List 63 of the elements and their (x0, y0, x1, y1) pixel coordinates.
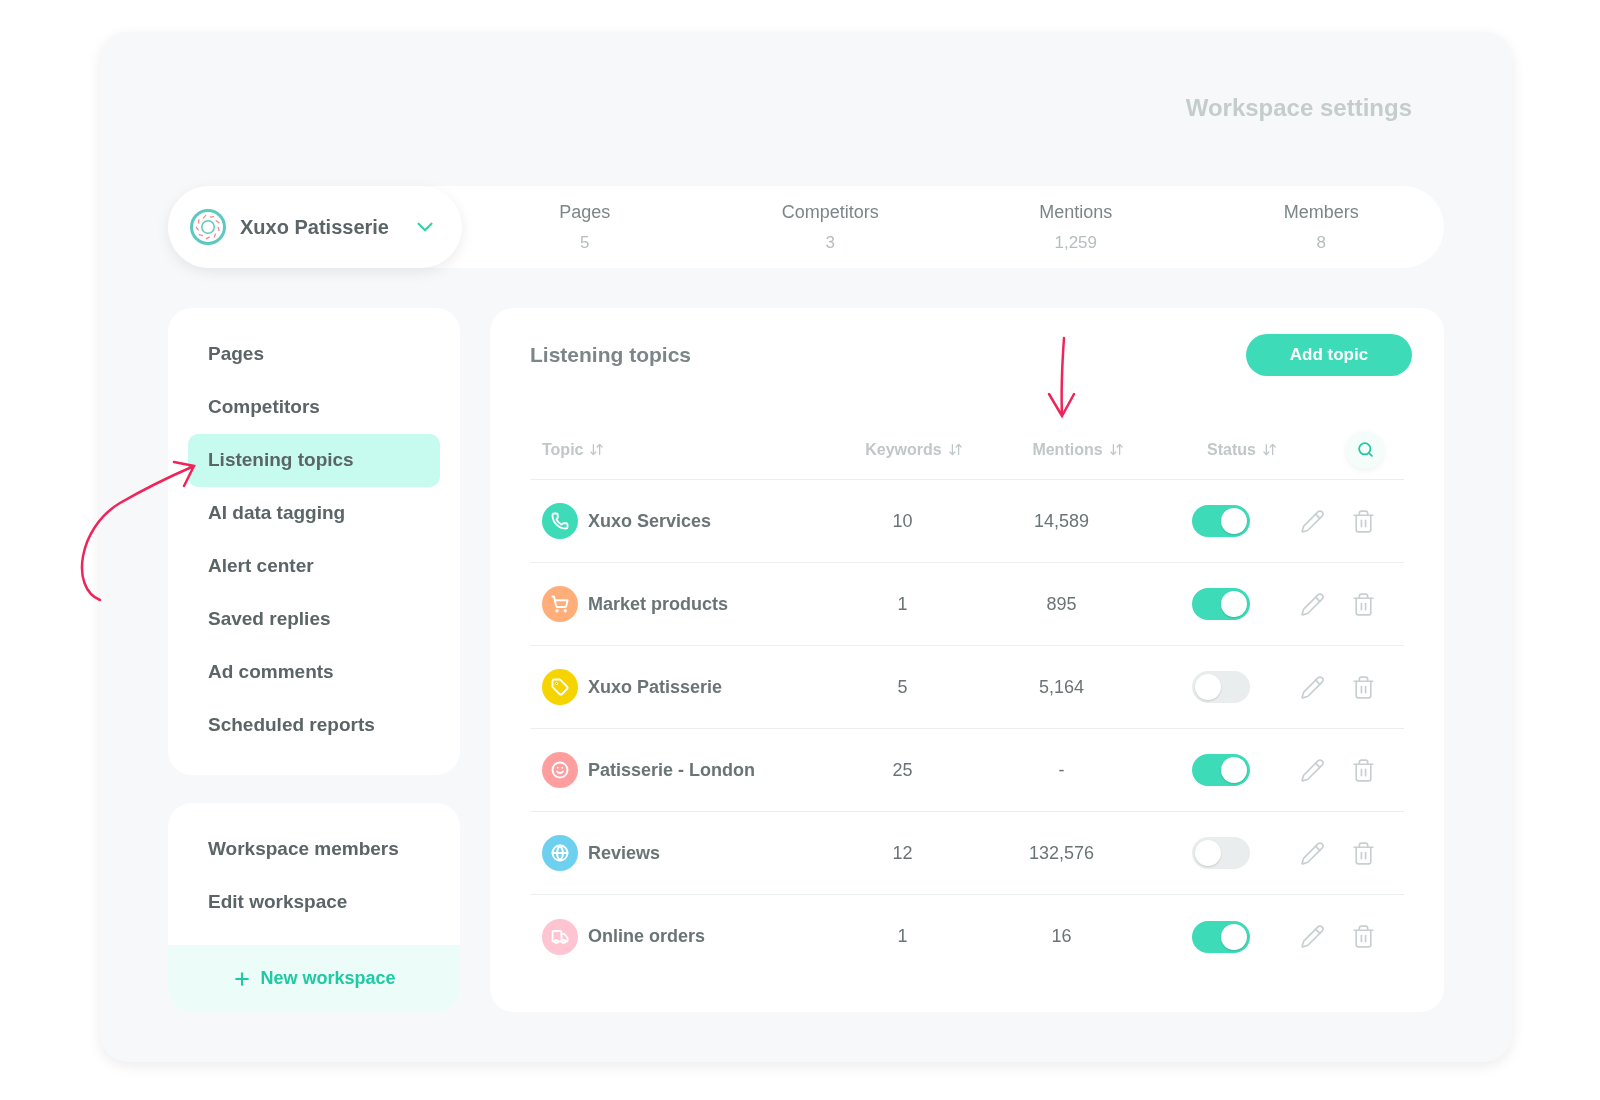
stat-label: Competitors (781, 200, 879, 224)
keywords-count: 5 (897, 675, 908, 699)
stat-value: 8 (1316, 231, 1326, 254)
workspace-menu-item[interactable]: Workspace members (208, 823, 420, 876)
edit-icon[interactable] (1300, 757, 1325, 783)
sidebar-item[interactable]: Listening topics (188, 434, 440, 487)
keywords-count: 1 (897, 592, 908, 616)
trash-icon[interactable] (1351, 674, 1376, 700)
workspace-menu-item[interactable]: Edit workspace (208, 876, 420, 929)
mentions-count: - (1058, 758, 1065, 782)
sort-icon (947, 442, 963, 457)
stat-value: 5 (580, 231, 590, 254)
stat-label: Pages (559, 200, 611, 224)
trash-icon[interactable] (1351, 508, 1376, 534)
keywords-count: 10 (892, 509, 913, 533)
status-toggle[interactable] (1191, 920, 1250, 953)
keywords-count: 12 (892, 841, 913, 865)
workspace-dropdown[interactable]: Xuxo Patisserie (168, 186, 462, 268)
edit-icon[interactable] (1300, 591, 1325, 617)
sidebar-item[interactable]: Competitors (188, 381, 440, 434)
stat-label: Members (1283, 200, 1359, 224)
stat-value: 3 (825, 231, 835, 254)
search-button[interactable] (1346, 430, 1384, 469)
status-toggle[interactable] (1191, 837, 1250, 869)
sidebar-item[interactable]: Alert center (188, 540, 440, 593)
donut-logo-icon (188, 207, 228, 247)
topic-name: Online orders (588, 925, 706, 948)
trash-icon[interactable] (1351, 924, 1376, 949)
mentions-count: 895 (1046, 592, 1077, 616)
topic-name: Xuxo Services (588, 509, 712, 533)
topic-name: Patisserie - London (588, 758, 756, 782)
status-toggle[interactable] (1191, 754, 1250, 786)
search-icon (1356, 441, 1374, 458)
sidebar-item[interactable]: Ad comments (188, 646, 440, 699)
sidebar-item[interactable]: Scheduled reports (188, 699, 440, 752)
trash-icon[interactable] (1351, 591, 1376, 617)
sort-icon (1108, 442, 1124, 457)
keywords-count: 1 (897, 925, 908, 948)
status-toggle[interactable] (1191, 505, 1250, 537)
status-toggle[interactable] (1191, 588, 1250, 620)
mentions-count: 16 (1051, 925, 1072, 948)
sidebar-item[interactable]: Saved replies (188, 593, 440, 646)
sidebar-item[interactable]: AI data tagging (188, 487, 440, 540)
sort-icon (589, 442, 605, 457)
status-toggle[interactable] (1191, 671, 1250, 703)
trash-icon[interactable] (1351, 840, 1376, 866)
mentions-count: 132,576 (1029, 841, 1095, 865)
topic-name: Xuxo Patisserie (588, 675, 723, 699)
panel-title: Listening topics (530, 342, 691, 369)
keywords-count: 25 (892, 758, 913, 782)
topic-name: Market products (588, 592, 729, 616)
topic-name: Reviews (588, 841, 661, 865)
mentions-count: 5,164 (1039, 675, 1085, 699)
mentions-count: 14,589 (1034, 509, 1090, 533)
edit-icon[interactable] (1300, 508, 1325, 534)
edit-icon[interactable] (1300, 840, 1325, 866)
edit-icon[interactable] (1300, 674, 1325, 700)
edit-icon[interactable] (1300, 924, 1325, 949)
trash-icon[interactable] (1351, 757, 1376, 783)
sidebar-item[interactable]: Pages (188, 328, 440, 381)
sort-icon (1261, 442, 1277, 457)
stat-label: Mentions (1039, 200, 1113, 224)
stat-value: 1,259 (1054, 231, 1097, 254)
